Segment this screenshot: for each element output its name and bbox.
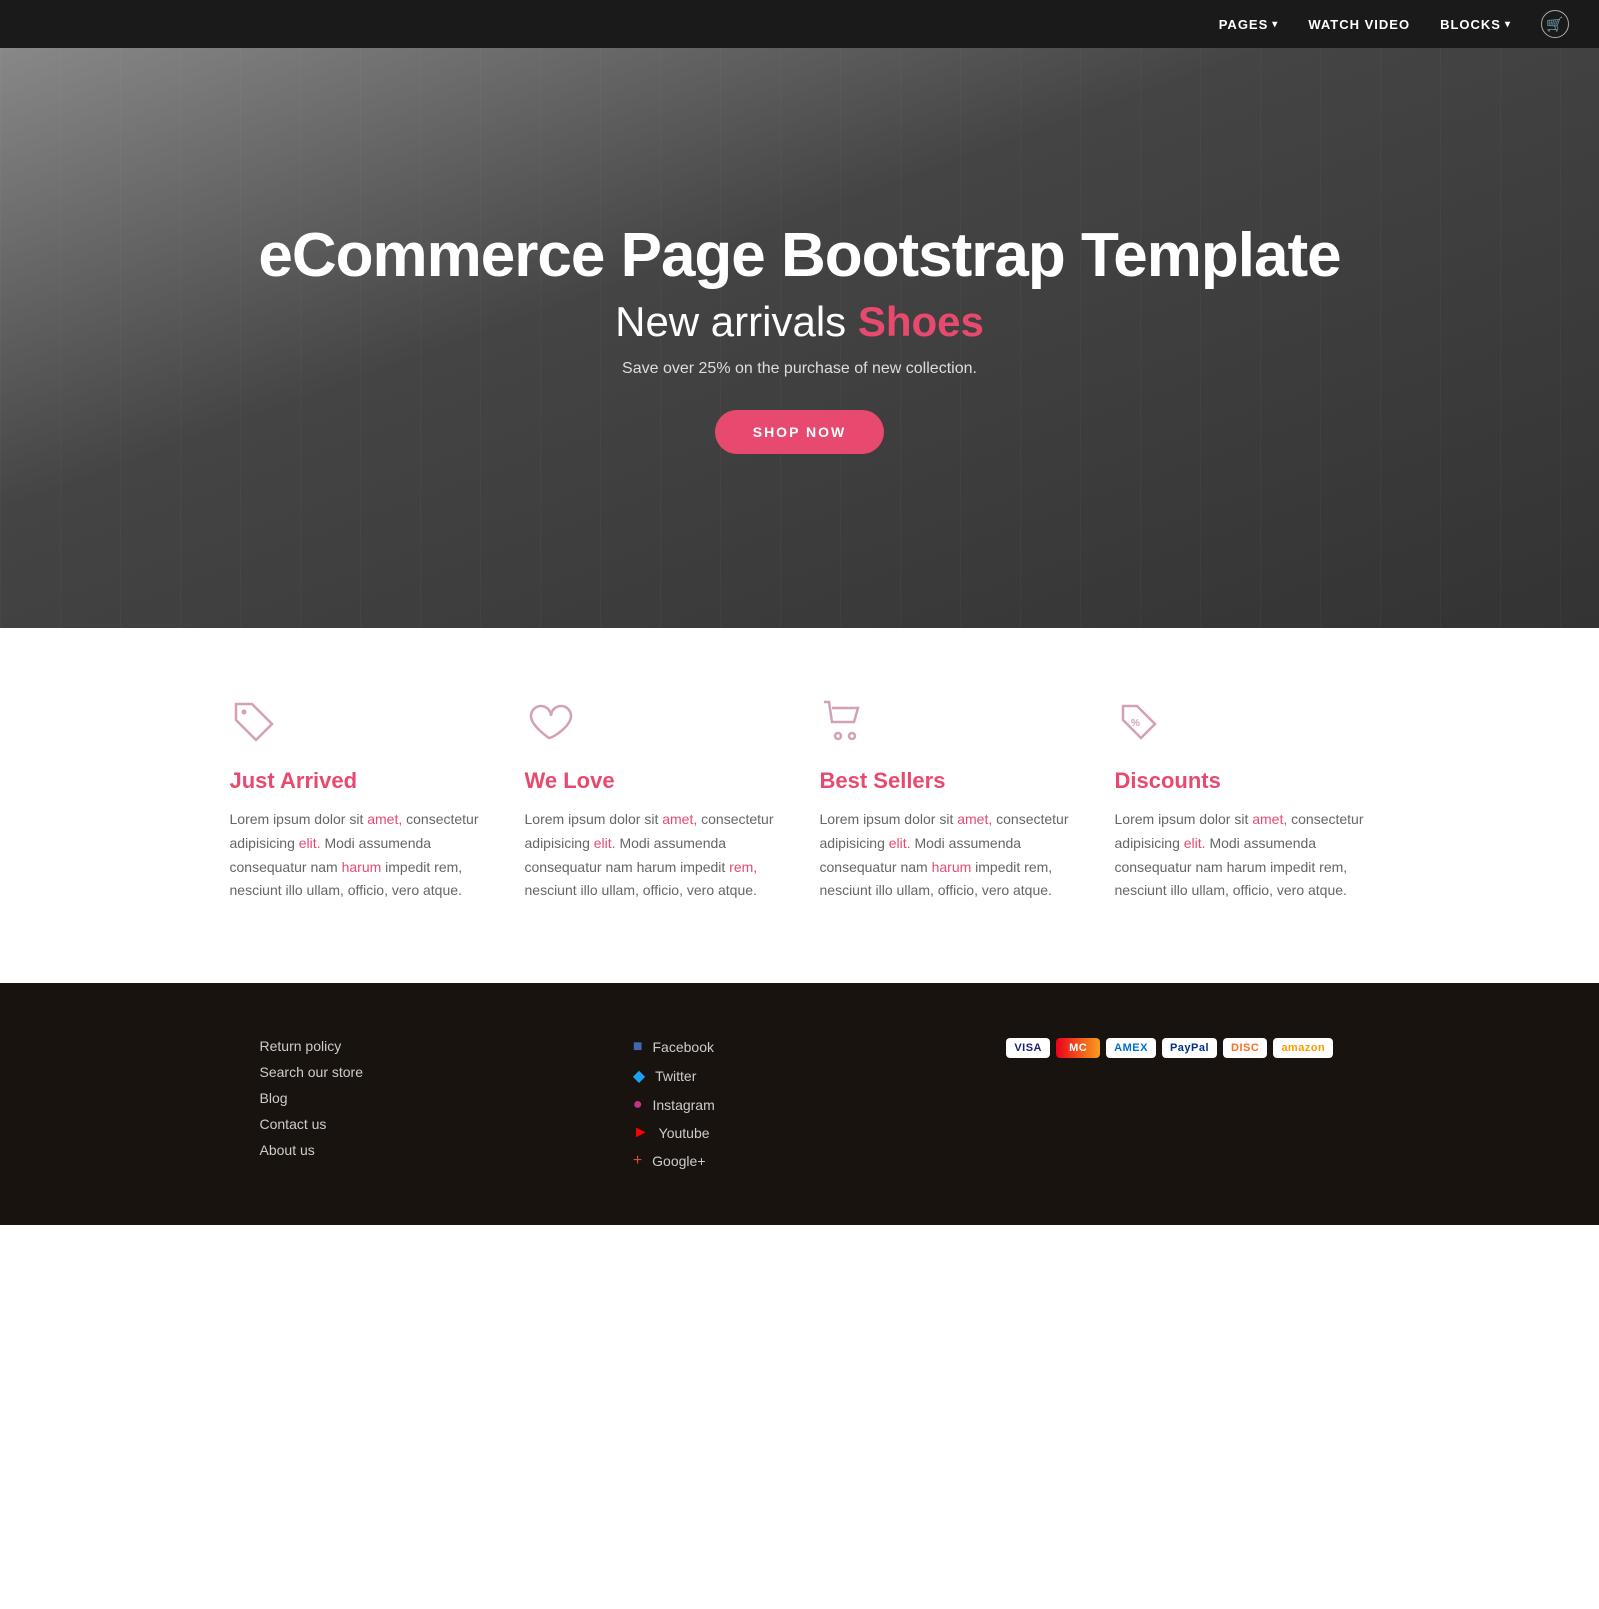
navbar: PAGES ▾ WATCH VIDEO BLOCKS ▾ 🛒 [0, 0, 1599, 48]
nav-pages[interactable]: PAGES ▾ [1219, 17, 1279, 32]
hero-subtitle-prefix: New arrivals [615, 298, 858, 345]
payment-mastercard: MC [1056, 1038, 1100, 1058]
feature-we-love-title: We Love [525, 768, 780, 794]
social-googleplus-label: Google+ [652, 1153, 705, 1169]
twitter-icon: ◆ [633, 1066, 645, 1086]
cart-button[interactable]: 🛒 [1541, 10, 1569, 38]
cart-icon: 🛒 [1546, 16, 1563, 33]
nav-watch-video[interactable]: WATCH VIDEO [1308, 17, 1410, 32]
social-youtube[interactable]: ► Youtube [633, 1124, 966, 1142]
footer-link-contact[interactable]: Contact us [260, 1116, 593, 1132]
social-twitter[interactable]: ◆ Twitter [633, 1066, 966, 1086]
payment-icons: VISA MC AMEX PayPal DISC amazon [1006, 1038, 1339, 1058]
social-instagram[interactable]: ● Instagram [633, 1096, 966, 1114]
chevron-down-icon: ▾ [1272, 19, 1278, 30]
feature-discounts: % Discounts Lorem ipsum dolor sit amet, … [1115, 698, 1370, 903]
payment-amex: AMEX [1106, 1038, 1156, 1058]
feature-just-arrived-title: Just Arrived [230, 768, 485, 794]
social-instagram-label: Instagram [653, 1097, 715, 1113]
youtube-icon: ► [633, 1124, 649, 1142]
hero-content: eCommerce Page Bootstrap Template New ar… [258, 222, 1340, 454]
hero-description: Save over 25% on the purchase of new col… [258, 360, 1340, 378]
nav-blocks-label: BLOCKS [1440, 17, 1501, 32]
feature-we-love-text: Lorem ipsum dolor sit amet, consectetur … [525, 808, 780, 903]
tag-icon [230, 698, 280, 748]
shop-now-button[interactable]: SHOP NOW [715, 410, 885, 454]
feature-best-sellers-title: Best Sellers [820, 768, 1075, 794]
svg-text:%: % [1131, 718, 1140, 729]
feature-just-arrived: Just Arrived Lorem ipsum dolor sit amet,… [230, 698, 485, 903]
features-grid: Just Arrived Lorem ipsum dolor sit amet,… [200, 698, 1400, 903]
nav-watch-video-label: WATCH VIDEO [1308, 17, 1410, 32]
social-facebook-label: Facebook [653, 1039, 714, 1055]
features-section: Just Arrived Lorem ipsum dolor sit amet,… [0, 628, 1599, 983]
social-facebook[interactable]: ■ Facebook [633, 1038, 966, 1056]
payment-paypal: PayPal [1162, 1038, 1217, 1058]
social-twitter-label: Twitter [655, 1068, 696, 1084]
footer-social: ■ Facebook ◆ Twitter ● Instagram ► Youtu… [633, 1038, 966, 1170]
footer-payments: VISA MC AMEX PayPal DISC amazon [1006, 1038, 1339, 1058]
social-youtube-label: Youtube [659, 1125, 710, 1141]
footer-link-about[interactable]: About us [260, 1142, 593, 1158]
footer-links: Return policy Search our store Blog Cont… [260, 1038, 593, 1158]
shopping-cart-icon [820, 698, 870, 748]
nav-pages-label: PAGES [1219, 17, 1269, 32]
feature-discounts-text: Lorem ipsum dolor sit amet, consectetur … [1115, 808, 1370, 903]
feature-discounts-title: Discounts [1115, 768, 1370, 794]
hero-section: eCommerce Page Bootstrap Template New ar… [0, 48, 1599, 628]
footer-grid: Return policy Search our store Blog Cont… [200, 1038, 1400, 1170]
payment-discover: DISC [1223, 1038, 1267, 1058]
payment-amazon: amazon [1273, 1038, 1333, 1058]
hero-title: eCommerce Page Bootstrap Template [258, 222, 1340, 290]
feature-best-sellers-text: Lorem ipsum dolor sit amet, consectetur … [820, 808, 1075, 903]
footer-link-search[interactable]: Search our store [260, 1064, 593, 1080]
navbar-items: PAGES ▾ WATCH VIDEO BLOCKS ▾ 🛒 [1219, 10, 1569, 38]
hero-subtitle: New arrivals Shoes [258, 298, 1340, 346]
feature-just-arrived-text: Lorem ipsum dolor sit amet, consectetur … [230, 808, 485, 903]
hero-subtitle-highlight: Shoes [858, 298, 984, 345]
discount-icon: % [1115, 698, 1165, 748]
feature-best-sellers: Best Sellers Lorem ipsum dolor sit amet,… [820, 698, 1075, 903]
payment-visa: VISA [1006, 1038, 1050, 1058]
nav-blocks[interactable]: BLOCKS ▾ [1440, 17, 1511, 32]
instagram-icon: ● [633, 1096, 643, 1114]
facebook-icon: ■ [633, 1038, 643, 1056]
social-googleplus[interactable]: + Google+ [633, 1152, 966, 1170]
footer: Return policy Search our store Blog Cont… [0, 983, 1599, 1225]
footer-link-blog[interactable]: Blog [260, 1090, 593, 1106]
heart-icon [525, 698, 575, 748]
feature-we-love: We Love Lorem ipsum dolor sit amet, cons… [525, 698, 780, 903]
footer-link-return-policy[interactable]: Return policy [260, 1038, 593, 1054]
googleplus-icon: + [633, 1152, 642, 1170]
chevron-down-icon-2: ▾ [1505, 19, 1511, 30]
